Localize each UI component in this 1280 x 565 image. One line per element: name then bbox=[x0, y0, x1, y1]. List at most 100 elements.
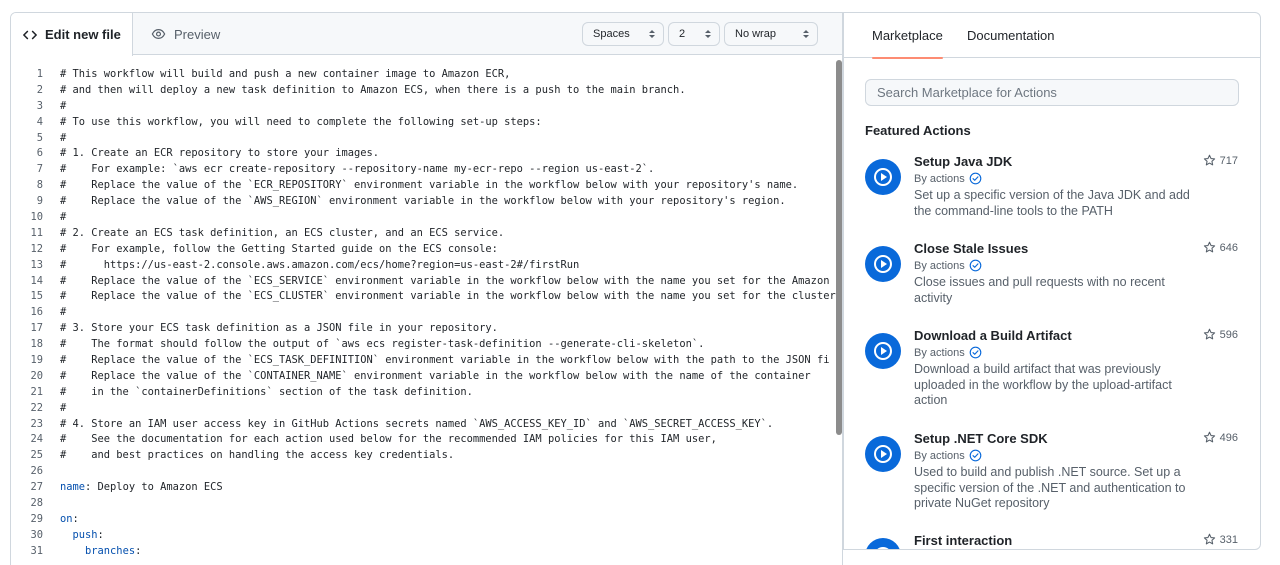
line-number: 13 bbox=[30, 258, 43, 271]
line-number: 30 bbox=[30, 528, 43, 541]
action-author-label: By actions bbox=[914, 172, 965, 185]
select-arrows-icon bbox=[704, 28, 712, 43]
code-line: 1 # This workflow will build and push a n… bbox=[11, 67, 842, 83]
play-icon bbox=[865, 159, 901, 195]
tab-edit-new-file[interactable]: Edit new file bbox=[11, 13, 133, 56]
action-name[interactable]: Close Stale Issues bbox=[914, 241, 1028, 256]
line-code: # 2. Create an ECS task definition, an E… bbox=[60, 226, 505, 239]
indent-size-value: 2 bbox=[679, 28, 686, 40]
indent-size-select[interactable]: 2 bbox=[668, 22, 720, 46]
code-line: 13 # https://us-east-2.console.aws.amazon… bbox=[11, 258, 842, 274]
file-editor-panel: Edit new file Preview Spaces 2 No wrap 1… bbox=[10, 12, 843, 565]
line-code: # and then will deploy a new task defini… bbox=[60, 83, 686, 96]
line-number: 1 bbox=[36, 68, 43, 80]
line-number: 22 bbox=[30, 401, 43, 414]
action-author: By actions bbox=[914, 172, 982, 185]
tab-preview[interactable]: Preview bbox=[151, 13, 220, 55]
line-number: 21 bbox=[30, 385, 43, 398]
editor-scrollbar[interactable] bbox=[834, 57, 842, 565]
verified-icon bbox=[969, 259, 982, 272]
line-code: push: bbox=[60, 528, 104, 544]
verified-icon bbox=[969, 449, 982, 462]
action-author-label: By actions bbox=[914, 259, 965, 272]
editor-scrollbar-thumb[interactable] bbox=[836, 60, 842, 435]
wrap-mode-value: No wrap bbox=[735, 28, 776, 40]
code-line: 4 # To use this workflow, you will need t… bbox=[11, 115, 842, 131]
wrap-mode-select[interactable]: No wrap bbox=[724, 22, 818, 46]
action-star-count[interactable]: 596 bbox=[1203, 328, 1238, 341]
code-line: 3 # bbox=[11, 99, 842, 115]
action-name[interactable]: Setup Java JDK bbox=[914, 154, 1012, 169]
line-code: # and best practices on handling the acc… bbox=[60, 449, 455, 462]
line-code: # Replace the value of the `AWS_REGION` … bbox=[60, 195, 786, 208]
actions-sidebar: Marketplace Documentation Featured Actio… bbox=[843, 12, 1261, 550]
code-line: 15 # Replace the value of the `ECS_CLUSTE… bbox=[11, 289, 842, 305]
action-name[interactable]: Setup .NET Core SDK bbox=[914, 431, 1048, 446]
yaml-value: : bbox=[97, 528, 104, 541]
code-line: 16 # bbox=[11, 305, 842, 321]
line-code: # For example: `aws ecr create-repositor… bbox=[60, 163, 655, 176]
line-code: # bbox=[60, 211, 67, 224]
action-description: Close issues and pull requests with no r… bbox=[914, 275, 1165, 305]
action-name[interactable]: Download a Build Artifact bbox=[914, 328, 1072, 343]
code-line: 6 # 1. Create an ECR repository to store … bbox=[11, 146, 842, 162]
line-number: 8 bbox=[36, 179, 43, 192]
action-star-count[interactable]: 331 bbox=[1203, 533, 1238, 546]
line-code: # bbox=[60, 306, 67, 319]
line-number: 17 bbox=[30, 322, 43, 335]
star-count-value: 646 bbox=[1219, 241, 1238, 254]
action-author-label: By actions bbox=[914, 449, 965, 462]
code-line: 2 # and then will deploy a new task defin… bbox=[11, 83, 842, 99]
featured-actions-heading: Featured Actions bbox=[865, 123, 971, 138]
tab-marketplace[interactable]: Marketplace bbox=[872, 13, 943, 59]
code-line: 14 # Replace the value of the `ECS_SERVIC… bbox=[11, 274, 842, 290]
verified-icon bbox=[969, 172, 982, 185]
star-count-value: 331 bbox=[1219, 533, 1238, 546]
indent-mode-select[interactable]: Spaces bbox=[582, 22, 664, 46]
play-icon bbox=[865, 246, 901, 282]
star-count-value: 496 bbox=[1219, 431, 1238, 444]
code-line: 9 # Replace the value of the `AWS_REGION`… bbox=[11, 194, 842, 210]
yaml-value: : Deploy to Amazon ECS bbox=[85, 481, 223, 494]
line-number: 10 bbox=[30, 211, 43, 224]
line-number: 18 bbox=[30, 338, 43, 351]
code-editor[interactable]: 1 # This workflow will build and push a n… bbox=[11, 67, 842, 565]
code-line: 17 # 3. Store your ECS task definition as… bbox=[11, 321, 842, 337]
action-description: Set up a specific version of the Java JD… bbox=[914, 188, 1190, 218]
code-line: 27 name: Deploy to Amazon ECS bbox=[11, 480, 842, 496]
code-icon bbox=[23, 28, 37, 42]
line-code: # bbox=[60, 401, 67, 414]
line-number: 12 bbox=[30, 242, 43, 255]
action-author: By actions bbox=[914, 346, 982, 359]
star-icon bbox=[1203, 241, 1220, 254]
action-star-count[interactable]: 717 bbox=[1203, 154, 1238, 167]
line-number: 31 bbox=[30, 544, 43, 557]
line-number: 7 bbox=[36, 163, 43, 176]
action-name[interactable]: First interaction bbox=[914, 533, 1012, 548]
code-line: 7 # For example: `aws ecr create-reposito… bbox=[11, 162, 842, 178]
line-number: 26 bbox=[30, 465, 43, 478]
action-star-count[interactable]: 496 bbox=[1203, 431, 1238, 444]
code-line: 18 # The format should follow the output … bbox=[11, 337, 842, 353]
line-number: 27 bbox=[30, 481, 43, 494]
code-line: 28 bbox=[11, 496, 842, 512]
line-number: 3 bbox=[36, 99, 43, 112]
tab-documentation[interactable]: Documentation bbox=[967, 13, 1054, 58]
line-code: branches: bbox=[60, 544, 141, 560]
line-code: # bbox=[60, 99, 67, 112]
star-icon bbox=[1203, 328, 1220, 341]
line-number: 6 bbox=[36, 147, 43, 160]
line-code: # 4. Store an IAM user access key in Git… bbox=[60, 417, 774, 430]
star-icon bbox=[1203, 431, 1220, 444]
code-line: 31 branches: bbox=[11, 544, 842, 560]
verified-icon bbox=[969, 346, 982, 359]
action-star-count[interactable]: 646 bbox=[1203, 241, 1238, 254]
star-count-value: 717 bbox=[1219, 154, 1238, 167]
code-line: 30 push: bbox=[11, 528, 842, 544]
line-code: # See the documentation for each action … bbox=[60, 433, 717, 446]
sidebar-tabs: Marketplace Documentation bbox=[844, 13, 1260, 59]
line-code: # For example, follow the Getting Starte… bbox=[60, 242, 498, 255]
marketplace-search-input[interactable] bbox=[865, 79, 1239, 106]
action-description: Used to build and publish .NET source. S… bbox=[914, 465, 1186, 511]
line-number: 4 bbox=[36, 115, 43, 128]
